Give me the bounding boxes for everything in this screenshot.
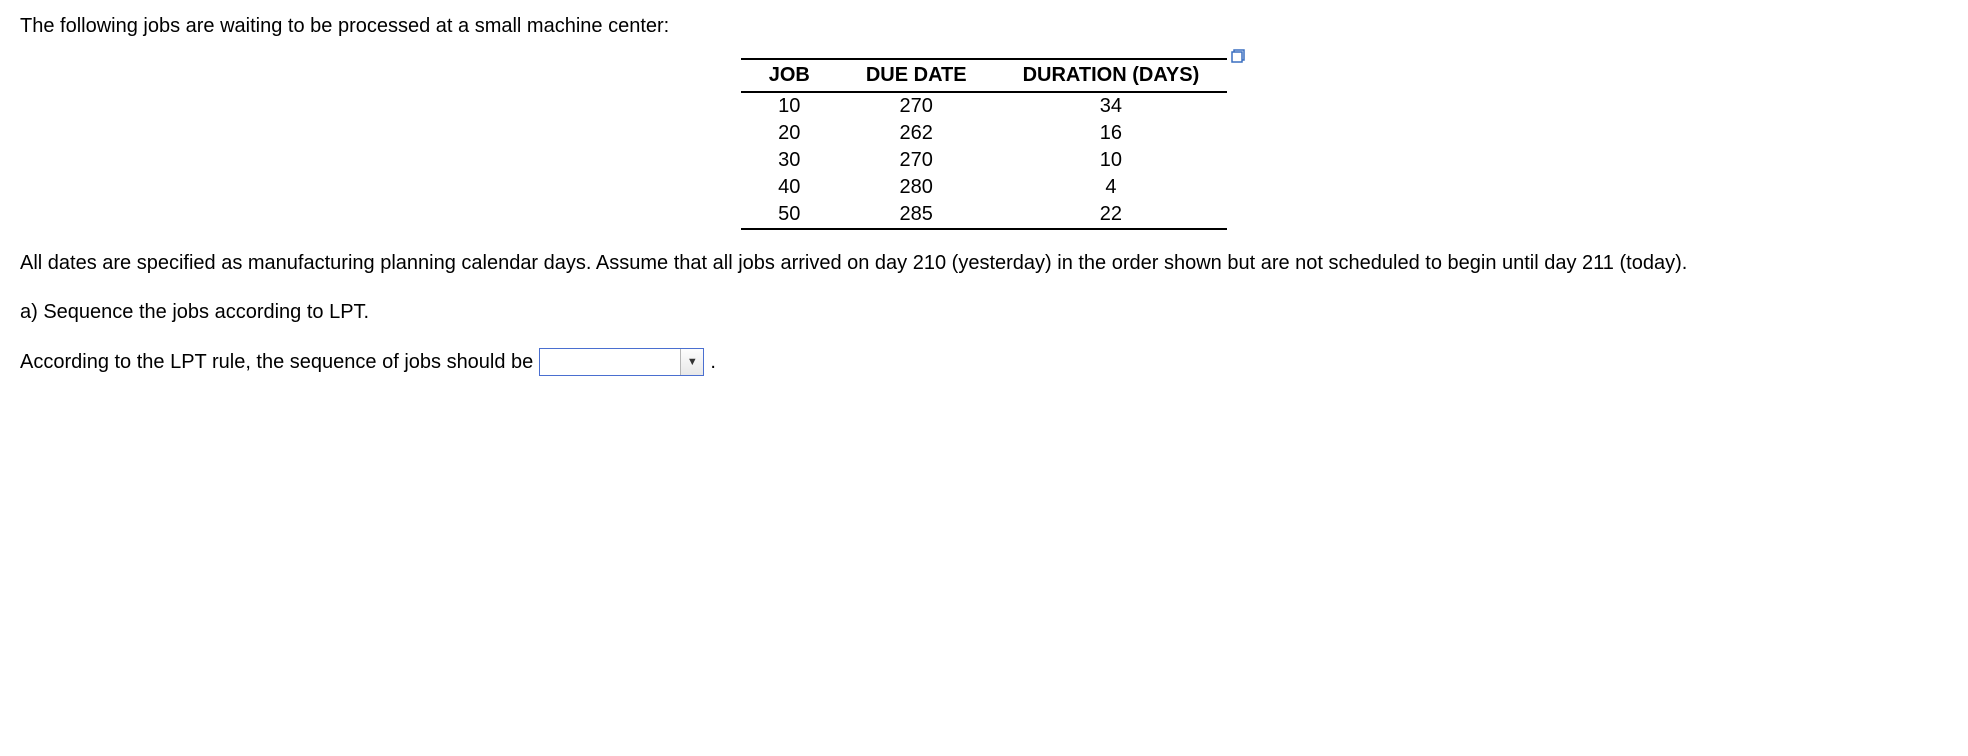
table-row: 40 280 4 [741, 174, 1228, 201]
cell-job: 10 [741, 92, 838, 120]
table-header-row: JOB DUE DATE DURATION (DAYS) [741, 59, 1228, 92]
cell-duration: 22 [995, 201, 1228, 229]
jobs-table: JOB DUE DATE DURATION (DAYS) 10 270 34 2… [741, 58, 1228, 230]
context-text: All dates are specified as manufacturing… [20, 250, 1948, 277]
cell-due-date: 262 [838, 120, 995, 147]
cell-duration: 34 [995, 92, 1228, 120]
cell-job: 20 [741, 120, 838, 147]
chevron-down-icon[interactable]: ▼ [680, 349, 703, 375]
cell-job: 30 [741, 147, 838, 174]
col-header-duration: DURATION (DAYS) [995, 59, 1228, 92]
popup-icon[interactable] [1231, 46, 1247, 62]
cell-job: 50 [741, 201, 838, 229]
cell-due-date: 270 [838, 147, 995, 174]
sequence-dropdown[interactable]: ▼ [539, 348, 704, 376]
table-row: 50 285 22 [741, 201, 1228, 229]
intro-text: The following jobs are waiting to be pro… [20, 15, 1948, 38]
table-wrapper: JOB DUE DATE DURATION (DAYS) 10 270 34 2… [741, 58, 1228, 230]
table-row: 10 270 34 [741, 92, 1228, 120]
cell-job: 40 [741, 174, 838, 201]
cell-due-date: 280 [838, 174, 995, 201]
cell-duration: 10 [995, 147, 1228, 174]
cell-due-date: 270 [838, 92, 995, 120]
table-row: 30 270 10 [741, 147, 1228, 174]
col-header-due-date: DUE DATE [838, 59, 995, 92]
answer-prefix: According to the LPT rule, the sequence … [20, 351, 533, 374]
answer-line: According to the LPT rule, the sequence … [20, 348, 1948, 376]
question-part-a: a) Sequence the jobs according to LPT. [20, 301, 1948, 324]
cell-duration: 16 [995, 120, 1228, 147]
cell-due-date: 285 [838, 201, 995, 229]
sentence-period: . [710, 351, 716, 374]
table-row: 20 262 16 [741, 120, 1228, 147]
cell-duration: 4 [995, 174, 1228, 201]
col-header-job: JOB [741, 59, 838, 92]
